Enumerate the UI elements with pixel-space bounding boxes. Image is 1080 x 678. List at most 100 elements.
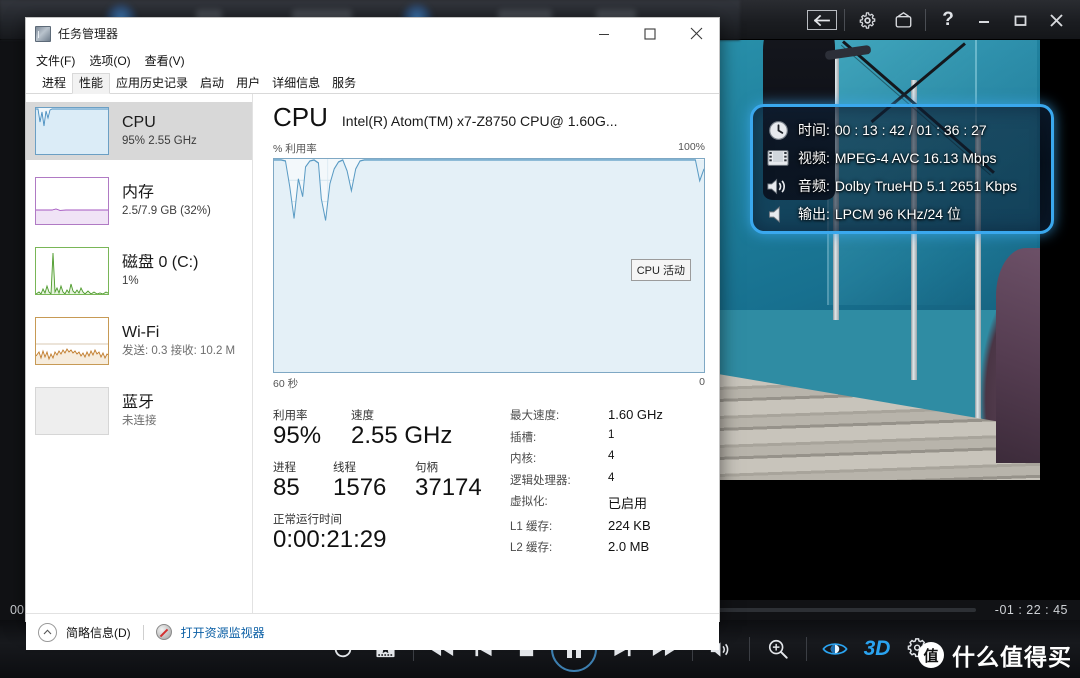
zoom-button[interactable] [757,629,799,669]
menu-item-file[interactable]: 文件(F) [36,52,75,69]
open-resource-monitor-link[interactable]: 打开资源监视器 [181,624,265,641]
sidebar-item-sub: 95% 2.55 GHz [122,134,197,147]
stat-value: 95% [273,422,322,449]
tab-performance[interactable]: 性能 [72,73,111,94]
osd-value: MPEG-4 AVC 16.13 Mbps [834,150,997,166]
watermark-text: 什么值得买 [952,644,1072,670]
task-manager-titlebar: 任务管理器 [26,18,719,49]
settings-button[interactable] [849,2,885,38]
video-letterbox [715,480,1060,540]
tab-bar: 进程 性能 应用历史记录 启动 用户 详细信息 服务 [26,71,719,94]
help-button[interactable]: ? [930,2,966,38]
cpu-thumbnail-graph [35,107,109,155]
osd-row-video: 视频: MPEG-4 AVC 16.13 Mbps [765,144,1041,172]
minimize-icon [979,21,989,23]
minimize-button[interactable] [966,2,1002,38]
tab-startup[interactable]: 启动 [194,74,230,93]
tab-details[interactable]: 详细信息 [266,74,326,93]
spec-value: 4 [608,471,615,484]
fewer-details-button[interactable]: 简略信息(D) [66,624,131,641]
osd-label: 时间: [798,122,830,138]
graph-y-label: % 利用率 [273,143,317,155]
osd-row-time: 时间: 00 : 13 : 42 / 01 : 36 : 27 [765,116,1041,144]
stat-row-processes-threads-handles: 进程 85 线程 1576 句柄 37174 [273,459,498,500]
spec-value: 224 KB [608,517,651,533]
stat-key: 句柄 [415,462,438,475]
spec-max-speed: 最大速度: 1.60 GHz [510,407,663,423]
close-icon [1049,13,1063,27]
magnifier-plus-icon [768,639,788,659]
video-surface[interactable] [715,10,1060,600]
minimize-icon [599,34,609,35]
window-title: 任务管理器 [58,27,119,41]
stat-key: 正常运行时间 [273,514,342,527]
chevron-up-icon[interactable] [38,622,57,642]
close-button[interactable] [1038,2,1074,38]
stat-key: 速度 [351,410,374,422]
graph-y-max: 100% [678,141,705,153]
speaker-waves-icon [765,175,791,197]
close-icon [690,27,702,40]
performance-sidebar: CPU 95% 2.55 GHz 内存 2.5/7.9 GB (32%) 磁盘 … [26,94,253,613]
eye-icon [822,643,848,655]
tm-maximize-button[interactable] [627,18,673,49]
stat-value: 1576 [333,474,387,502]
sidebar-item-disk[interactable]: 磁盘 0 (C:) 1% [26,242,252,300]
tab-app-history[interactable]: 应用历史记录 [110,74,194,93]
tab-services[interactable]: 服务 [326,74,362,93]
maximize-icon [644,27,656,40]
divider [749,637,750,661]
tv-icon [895,11,911,28]
cpu-model-label: Intel(R) Atom(TM) x7-Z8750 CPU@ 1.60G... [341,113,618,129]
spec-sockets: 插槽: 1 [510,429,663,445]
maximize-button[interactable] [1002,2,1038,38]
stat-handles: 句柄 37174 [415,459,482,500]
tv-button[interactable] [885,2,921,38]
spec-key: 逻辑处理器: [510,474,571,487]
stat-uptime: 正常运行时间 0:00:21:29 [273,511,386,552]
tm-close-button[interactable] [673,18,719,49]
menu-item-options[interactable]: 选项(O) [89,52,130,69]
video-image [715,10,1060,540]
mode-3d-button[interactable]: 3D [856,629,898,669]
osd-value: 00 : 13 : 42 / 01 : 36 : 27 [834,122,987,138]
sidebar-item-label: 磁盘 0 (C:) [122,253,199,271]
bluetooth-thumbnail-graph [35,387,109,435]
tab-processes[interactable]: 进程 [36,74,72,93]
sidebar-item-memory[interactable]: 内存 2.5/7.9 GB (32%) [26,172,252,230]
sidebar-item-sub: 发送: 0.3 接收: 10.2 M [122,344,236,357]
tm-minimize-button[interactable] [581,18,627,49]
sidebar-item-label: 内存 [122,183,155,201]
video-side-bars [1040,10,1080,600]
eye-view-button[interactable] [814,629,856,669]
sidebar-item-bluetooth[interactable]: 蓝牙 未连接 [26,382,252,440]
gear-icon [859,11,875,29]
spec-cores: 内核: 4 [510,450,663,466]
stat-value: 2.55 GHz [351,422,453,449]
clock-icon [765,119,791,141]
sidebar-item-sub: 未连接 [122,414,157,427]
back-arrow-icon [807,10,837,30]
wifi-thumbnail-graph [35,317,109,365]
osd-label: 输出: [798,206,830,222]
spec-value: 2.0 MB [608,539,650,554]
osd-overlay: 时间: 00 : 13 : 42 / 01 : 36 : 27 视频: MPEG… [750,104,1054,234]
cpu-utilization-graph: CPU 活动 [273,158,705,373]
stat-key: 进程 [273,462,296,475]
spec-key: L1 缓存: [510,520,553,533]
divider [925,9,926,31]
sidebar-item-cpu[interactable]: CPU 95% 2.55 GHz [26,102,252,160]
osd-value: Dolby TrueHD 5.1 2651 Kbps [834,178,1017,194]
watermark: 值 什么值得买 [918,638,1072,672]
spec-l2-cache: L2 缓存: 2.0 MB [510,539,663,555]
spec-virtualization: 虚拟化: 已启用 [510,493,663,512]
osd-label: 视频: [798,150,830,166]
menu-item-view[interactable]: 查看(V) [145,52,185,69]
cpu-detail-pane: CPU Intel(R) Atom(TM) x7-Z8750 CPU@ 1.60… [253,94,719,613]
task-manager-window: 任务管理器 文件(F) 选项(O) 查看(V) 进程 性能 应用历史记录 启动 … [25,17,720,650]
3d-badge: 3D [863,637,891,660]
sidebar-item-wifi[interactable]: Wi-Fi 发送: 0.3 接收: 10.2 M [26,312,252,370]
back-button[interactable] [804,2,840,38]
tab-users[interactable]: 用户 [230,74,266,93]
osd-row-audio: 音频: Dolby TrueHD 5.1 2651 Kbps [765,172,1041,200]
